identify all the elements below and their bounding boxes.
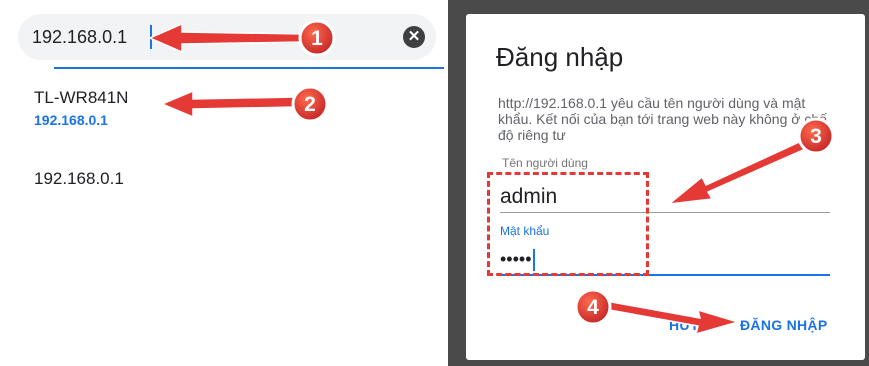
dialog-title: Đăng nhập [496, 42, 624, 72]
suggestion-title[interactable]: TL-WR841N [34, 88, 128, 108]
text-caret [150, 25, 152, 49]
browser-panel: 192.168.0.1 ✕ TL-WR841N 192.168.0.1 192.… [0, 0, 448, 366]
suggestion-item[interactable]: 192.168.0.1 [34, 169, 124, 189]
address-bar[interactable]: 192.168.0.1 ✕ [18, 14, 436, 60]
username-label: Tên người dùng [502, 156, 588, 170]
credentials-highlight-box [487, 172, 649, 276]
suggestion-url[interactable]: 192.168.0.1 [34, 112, 108, 128]
close-circle-icon[interactable]: ✕ [403, 26, 425, 48]
cancel-button[interactable]: HỦY [669, 317, 699, 333]
address-input[interactable]: 192.168.0.1 [32, 27, 127, 48]
login-button[interactable]: ĐĂNG NHẬP [740, 317, 827, 333]
dialog-message: http://192.168.0.1 yêu cầu tên người dùn… [498, 95, 827, 143]
address-bar-underline [54, 67, 444, 69]
